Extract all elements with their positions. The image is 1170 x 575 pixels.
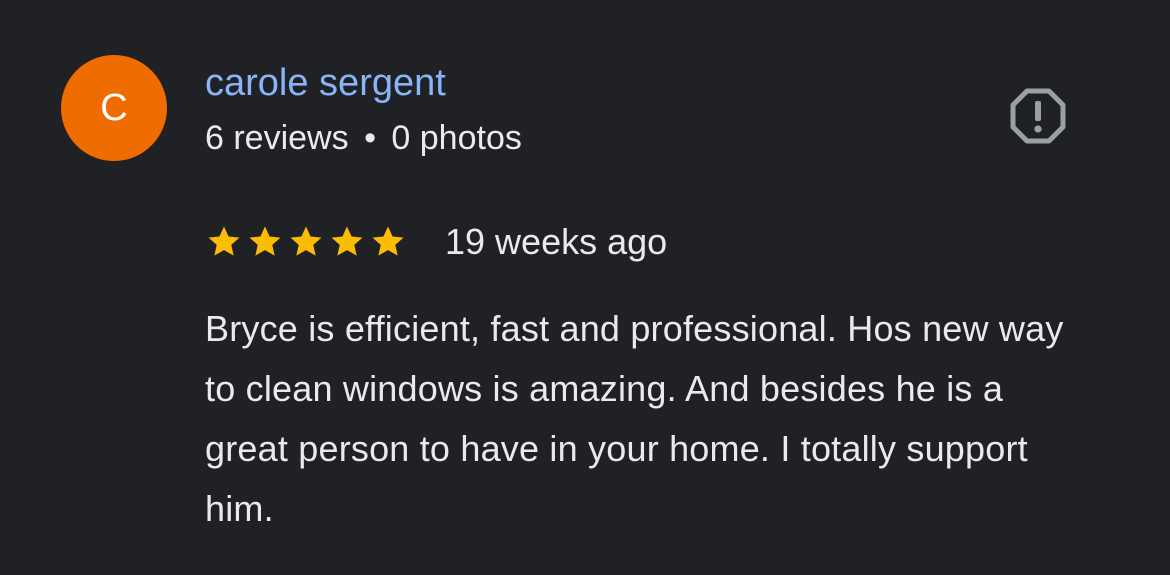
star-icon: [331, 226, 363, 256]
star-icon: [249, 226, 281, 256]
report-flag-icon[interactable]: [1009, 87, 1067, 145]
review-text: Bryce is efficient, fast and professiona…: [205, 308, 1064, 529]
author-name-link[interactable]: carole sergent: [205, 60, 446, 106]
star-icon: [372, 226, 404, 256]
rating-row: 19 weeks ago: [205, 218, 667, 266]
star-icon: [208, 226, 240, 256]
author-meta: 6 reviews • 0 photos: [205, 116, 522, 160]
meta-separator: •: [364, 119, 376, 157]
photo-count: 0 photos: [391, 119, 522, 157]
review-date: 19 weeks ago: [445, 221, 668, 262]
review-count: 6 reviews: [205, 119, 349, 157]
review-card: C carole sergent 6 reviews • 0 photos 19…: [0, 0, 1170, 575]
avatar[interactable]: C: [61, 55, 167, 161]
avatar-initial: C: [100, 86, 128, 129]
star-rating: [205, 223, 407, 261]
star-icon: [290, 226, 322, 256]
